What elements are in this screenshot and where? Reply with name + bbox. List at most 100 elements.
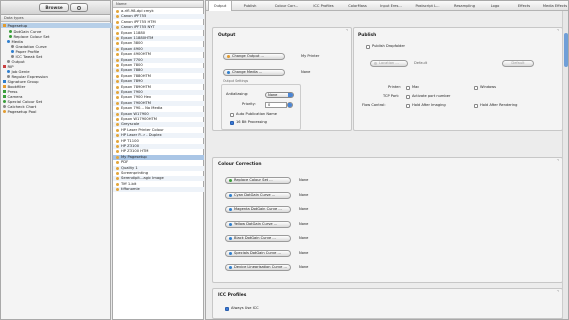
editor-scrollbar[interactable] [562, 11, 568, 319]
list-item[interactable]: PDF [113, 160, 204, 165]
bit16-checkbox[interactable] [230, 121, 234, 125]
list-item[interactable]: Canon iPF755 HTM [113, 20, 204, 25]
colour-correction-button[interactable]: Black DotGain Curve ... [225, 235, 291, 242]
colour-correction-button[interactable]: Yellow DotGain Curve ... [225, 220, 291, 228]
list-item[interactable]: Epson 7700 [113, 57, 204, 63]
list-item[interactable]: Epson 7900 Hex [113, 95, 204, 100]
list-item[interactable]: Epson 7890HTM [113, 85, 204, 90]
list-item[interactable]: Epson 4900HTM [113, 52, 204, 57]
antialiasing-select[interactable]: None [265, 92, 294, 98]
location-button[interactable]: Location ... [370, 60, 408, 67]
list-item[interactable]: Serendipit...agic Image [113, 176, 204, 182]
list-item-label: Epson 7880HTM [121, 73, 151, 78]
dropfolder-checkbox[interactable] [366, 45, 370, 49]
always-use-icc-checkbox[interactable] [225, 307, 229, 311]
windows-checkbox[interactable] [474, 86, 478, 90]
colour-correction-value: None [299, 265, 309, 269]
icc-section: ICC Profiles ⌝ Always Use ICC [212, 288, 563, 319]
list-item[interactable]: Epson 11880 [113, 31, 204, 36]
list-item[interactable]: HP Laser P...r - Duplex [113, 133, 204, 139]
colour-correction-button-label: Black DotGain Curve ... [234, 236, 276, 240]
search-tab[interactable] [70, 3, 88, 12]
list-item[interactable]: Epson 3800 [113, 41, 204, 46]
tab-item[interactable]: Postscript L... [409, 1, 446, 11]
list-item[interactable]: Epson 7880 [113, 68, 204, 74]
list-item[interactable]: Epson W17900HTM [113, 117, 204, 122]
list-item-label: Epson W17900 [121, 111, 149, 116]
default-button[interactable]: Default [502, 60, 534, 67]
list-item[interactable]: HP Laser Printer Colour [113, 128, 204, 133]
collapse-output-icon[interactable]: ⌝ [346, 29, 348, 35]
name-column-header[interactable]: Name [113, 1, 203, 8]
list-item[interactable]: Tiff 1-bit [113, 182, 204, 187]
tree-item-label: Pagesetup [7, 23, 28, 28]
change-output-button[interactable]: Change Output ... [223, 53, 285, 60]
hold-render-checkbox[interactable] [474, 104, 478, 108]
list-item[interactable]: HP T1100 [113, 139, 204, 144]
tcp-checkbox[interactable] [406, 95, 410, 99]
list-item-label: Epson 11880 [121, 30, 146, 35]
tab-item[interactable]: ColorMass [342, 1, 373, 11]
tab-item[interactable]: Publish [234, 1, 266, 11]
tab-item[interactable]: Colour Corr... [268, 1, 305, 11]
colour-correction-button[interactable]: Cyan DotGain Curve ... [225, 191, 291, 199]
colour-correction-value: None [299, 192, 309, 197]
tab-item[interactable]: Resampling [448, 1, 481, 11]
mac-checkbox[interactable] [406, 86, 410, 90]
list-item[interactable]: My Pagesetup [113, 154, 204, 160]
colour-correction-title: Colour Correction [218, 162, 262, 167]
collapse-colour-icon[interactable]: ⌝ [557, 159, 559, 165]
colour-correction-button[interactable]: Device Linearisation Curve ... [225, 264, 291, 271]
location-label: Location ... [379, 61, 399, 65]
browse-tab[interactable]: Browse [39, 3, 69, 12]
list-item[interactable]: Screenprinting [113, 171, 204, 176]
collapse-publish-icon[interactable]: ⌝ [557, 29, 559, 35]
tab-item[interactable]: ICC Profiles [307, 1, 340, 11]
list-item[interactable]: Epson 790... No Media [113, 106, 204, 111]
list-item[interactable]: tiffonomie [113, 187, 204, 193]
auto-pub-checkbox[interactable] [230, 113, 234, 117]
data-type-icon [7, 60, 10, 63]
curve-icon [229, 208, 232, 211]
list-item[interactable]: Epson 7800 [113, 63, 204, 68]
change-media-button[interactable]: Change Media ... [223, 69, 285, 76]
dropfolder-label: Publish Dropfolder [372, 44, 406, 48]
list-item[interactable]: Greyscale [113, 122, 204, 128]
data-type-icon [3, 24, 6, 27]
colour-correction-button[interactable]: Specials DotGain Curve ... [225, 249, 291, 257]
list-item[interactable]: Epson 4900 [113, 46, 204, 52]
tab-item[interactable]: Media Effects [541, 1, 569, 11]
output-section: Output ⌝ Change Output ... My Printer Ch… [212, 27, 352, 131]
list-item[interactable]: Epson W17900 [113, 111, 204, 117]
list-item[interactable]: Canon iPF755 NYT [113, 25, 204, 31]
editor-scroll-thumb[interactable] [564, 33, 568, 67]
list-item-label: HP T1100 [121, 138, 139, 143]
list-item[interactable]: a-rifl-98-dpi cmyk [113, 9, 204, 14]
list-item-label: Epson 7900 Hex [121, 95, 152, 100]
list-item[interactable]: Epson 7880HTM [113, 74, 204, 79]
collapse-icc-icon[interactable]: ⌝ [557, 290, 559, 296]
hold-imaging-checkbox[interactable] [406, 104, 410, 108]
tab-item[interactable]: Input Eres... [375, 1, 407, 11]
list-item-label: PDF [121, 160, 129, 165]
data-types-header: Data types [1, 15, 110, 22]
list-item[interactable]: Epson 11880HTM [113, 36, 204, 41]
tree-item[interactable]: Pagesetup [1, 23, 112, 28]
colour-correction-button[interactable]: Replace Colour Set ... [225, 177, 291, 184]
tab-item[interactable]: Output [208, 1, 232, 11]
tab-item[interactable]: Logo [483, 1, 507, 11]
pagesetup-icon [116, 155, 119, 159]
priority-field[interactable]: 0 [265, 102, 287, 108]
list-item[interactable]: Epson 7890 [113, 79, 204, 85]
tab-item[interactable]: Effects [509, 1, 539, 11]
list-item[interactable]: Quality 1 [113, 165, 204, 171]
list-item[interactable]: HP Z3100 [113, 144, 204, 149]
list-item[interactable]: Epson 7900HTM [113, 100, 204, 106]
list-item[interactable]: Canon iPF755 [113, 14, 204, 20]
tree-item[interactable]: Pagesetup Pool [1, 109, 112, 114]
priority-stepper[interactable] [287, 102, 293, 108]
colour-correction-button[interactable]: Magenta DotGain Curve ... [225, 206, 291, 213]
list-item[interactable]: HP Z3100 HTM [113, 149, 204, 154]
data-type-icon [11, 45, 14, 48]
list-item[interactable]: Epson 7900 [113, 90, 204, 95]
